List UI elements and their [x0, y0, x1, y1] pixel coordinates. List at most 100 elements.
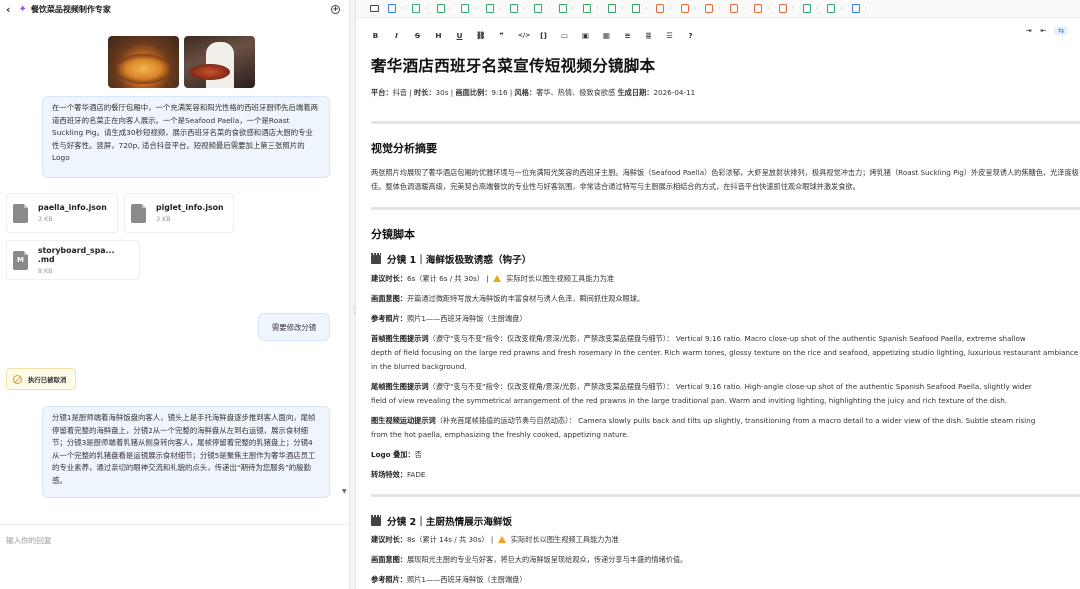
bullet-list-icon[interactable]: ≡: [623, 31, 632, 40]
plus-circle-icon[interactable]: +: [331, 4, 340, 14]
file-name: paella_info.json: [38, 203, 107, 212]
sheet-icon: [461, 4, 470, 13]
label: 转场特效：: [371, 470, 407, 479]
help-icon[interactable]: ?: [686, 31, 695, 40]
sheet-icon: [412, 4, 421, 13]
chat-header: ‹ ✦ 餐饮菜品视频制作专家 +: [0, 0, 349, 18]
file-tab[interactable]: ›: [729, 4, 745, 13]
file-size: 3 KB: [156, 215, 171, 223]
meta-value: 2026-04-11: [653, 88, 696, 97]
file-card[interactable]: piglet_info.json 3 KB: [124, 193, 234, 233]
first-frame-prompt-cont: in the blurred background.: [371, 362, 467, 371]
motion-prompt-cont: from the hot paella, emphasizing the fre…: [371, 430, 630, 439]
file-tab[interactable]: ›: [656, 4, 672, 13]
label: 建议时长：: [371, 274, 407, 283]
paella-pan: [116, 54, 171, 84]
label: 图生视频运动提示词: [371, 416, 436, 425]
sheet-icon: [534, 4, 543, 13]
file-tab[interactable]: ›: [558, 4, 574, 13]
quote-icon[interactable]: ❞: [497, 31, 506, 40]
photo-chef[interactable]: [184, 36, 255, 88]
chevron-right-icon: ›: [425, 5, 428, 12]
label: 尾帧图生图提示词: [371, 382, 429, 391]
file-tab[interactable]: ›: [461, 4, 477, 13]
file-tab[interactable]: ›: [583, 4, 599, 13]
file-tab[interactable]: ›: [778, 4, 794, 13]
video-icon: [656, 4, 665, 13]
file-tab[interactable]: ›: [388, 4, 403, 13]
ordered-list-icon[interactable]: ≣: [644, 31, 653, 40]
markdown-file-icon: M: [13, 250, 28, 270]
warn-text: 实际时长以图生视频工具能力为准: [510, 535, 619, 544]
note: （遵守"变与不变"指令：仅改变视角/景深/光影，严禁改变菜品摆盘与细节）：: [428, 382, 674, 391]
file-tab[interactable]: ›: [436, 4, 452, 13]
clapperboard-icon: [371, 514, 381, 526]
chevron-right-icon: ›: [596, 5, 599, 12]
file-tab[interactable]: ›: [802, 4, 818, 13]
file-tab[interactable]: ›: [754, 4, 770, 13]
video-icon: [729, 4, 738, 13]
last-frame-prompt-cont: field of view revealing the symmetrical …: [371, 396, 1008, 405]
collapse-icon[interactable]: ⇤: [1039, 26, 1048, 35]
folder-icon: [370, 5, 379, 12]
folder-tab[interactable]: [370, 5, 379, 12]
file-tab[interactable]: ›: [534, 4, 550, 13]
reply-input[interactable]: 输入你的回复: [0, 524, 349, 589]
strikethrough-icon[interactable]: S: [413, 31, 422, 40]
file-tab[interactable]: ›: [607, 4, 623, 13]
file-tab[interactable]: ›: [510, 4, 525, 13]
chevron-right-icon: ›: [547, 5, 550, 12]
sep: |: [490, 535, 494, 544]
document-header: 奢华酒店西班牙名菜宣传短视频分镜脚本 平台：抖音 | 时长：30s | 画面比例…: [371, 54, 1080, 98]
file-tab[interactable]: ›: [485, 4, 501, 13]
shot-heading: 分镜 1｜海鲜饭极致诱惑（钩子）: [371, 252, 531, 266]
warning-icon: [497, 536, 506, 543]
sheet-icon: [827, 4, 836, 13]
code-icon[interactable]: </>: [518, 32, 530, 39]
file-size: 3 KB: [38, 215, 53, 223]
file-card[interactable]: M storyboard_spa... .md 8 KB: [6, 240, 140, 280]
file-tab[interactable]: ›: [827, 4, 843, 13]
photo-paella[interactable]: [108, 36, 179, 88]
file-tab-bar: › › › › › › › › › › › › › › › › › › › ›: [356, 0, 1080, 18]
indent-list-icon[interactable]: ☰: [665, 31, 674, 40]
shot-duration: 建议时长：6s（累计 6s / 共 30s） | 实际时长以图生视频工具能力为准: [371, 272, 1080, 286]
cancel-icon: [13, 374, 22, 384]
scroll-down-icon[interactable]: ▼: [342, 488, 347, 495]
file-tab[interactable]: ›: [705, 4, 721, 13]
first-frame-prompt-cont: depth of field focusing on the large red…: [371, 348, 1079, 357]
sheet-icon: [436, 4, 445, 13]
bold-icon[interactable]: B: [371, 31, 380, 40]
link-icon[interactable]: ⛓: [476, 31, 485, 40]
file-tab[interactable]: ›: [680, 4, 696, 13]
value: Vertical 9:16 ratio. High-angle close-up…: [675, 382, 1032, 391]
value: FADE: [406, 470, 426, 479]
image-icon[interactable]: ▣: [581, 31, 590, 40]
file-card[interactable]: paella_info.json 3 KB: [6, 193, 118, 233]
file-icon: [13, 203, 28, 223]
file-tab-active[interactable]: ›: [851, 4, 867, 13]
clapperboard-icon: [371, 252, 381, 264]
toggle-panel-icon[interactable]: ⇆: [1054, 26, 1068, 35]
file-size: 8 KB: [37, 266, 53, 275]
note: （补充首尾帧插值的运动节奏与自然动态）：: [435, 416, 576, 425]
heading-icon[interactable]: H: [434, 31, 443, 40]
view-toolbar: ⇥ ⇤ ⇆: [1024, 26, 1074, 35]
code-block-icon[interactable]: []: [539, 31, 548, 40]
arrow-left-icon[interactable]: ‹: [6, 4, 11, 15]
chat-panel: ‹ ✦ 餐饮菜品视频制作专家 + 在一个奢华酒店的餐厅包厢中，一个充满笑容和阳光…: [0, 0, 350, 589]
comment-icon[interactable]: ▭: [560, 31, 569, 40]
chevron-right-icon: ›: [523, 5, 526, 12]
video-icon: [754, 4, 763, 13]
italic-icon[interactable]: I: [392, 31, 401, 40]
expand-icon[interactable]: ⇥: [1024, 26, 1033, 35]
meta-label: 时长：: [413, 88, 436, 97]
underline-icon[interactable]: U: [455, 31, 464, 40]
file-tab[interactable]: ›: [412, 4, 428, 13]
sheet-icon: [510, 4, 519, 13]
sheet-icon: [558, 4, 567, 13]
warn-text: 实际时长以图生视频工具能力为准: [506, 274, 615, 283]
file-tab[interactable]: ›: [632, 4, 647, 13]
table-icon[interactable]: ▦: [602, 31, 611, 40]
user-message: 在一个奢华酒店的餐厅包厢中，一个充满笑容和阳光性格的西班牙厨师先后端着两道西班牙…: [42, 96, 330, 178]
